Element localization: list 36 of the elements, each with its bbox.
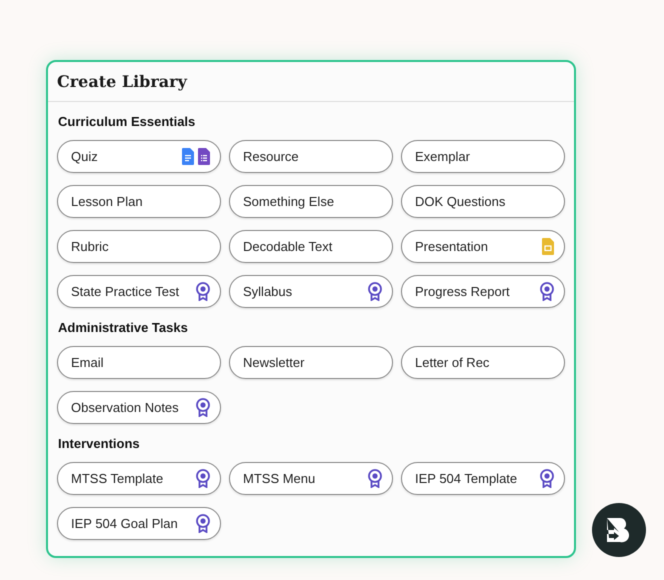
template-option[interactable]: Resource — [229, 140, 393, 173]
template-option[interactable]: Letter of Rec — [401, 346, 565, 379]
award-icon — [196, 469, 210, 488]
template-option[interactable]: State Practice Test — [57, 275, 221, 308]
template-option[interactable]: MTSS Template — [57, 462, 221, 495]
award-icon — [368, 469, 382, 488]
template-option[interactable]: Lesson Plan — [57, 185, 221, 218]
award-icon — [540, 469, 554, 488]
section-title: Administrative Tasks — [58, 320, 189, 336]
award-icon — [368, 282, 382, 301]
award-icon — [540, 282, 554, 301]
template-option[interactable]: IEP 504 Template — [401, 462, 565, 495]
template-option[interactable]: MTSS Menu — [229, 462, 393, 495]
template-option[interactable]: Presentation — [401, 230, 565, 263]
slides-icon — [542, 238, 554, 255]
template-option[interactable]: Quiz — [57, 140, 221, 173]
template-option[interactable]: IEP 504 Goal Plan — [57, 507, 221, 540]
template-option[interactable]: Exemplar — [401, 140, 565, 173]
template-option[interactable]: Syllabus — [229, 275, 393, 308]
section-title: Curriculum Essentials — [58, 114, 196, 130]
launcher-button[interactable] — [592, 503, 646, 557]
form-icon — [198, 148, 210, 165]
template-option[interactable]: DOK Questions — [401, 185, 565, 218]
template-option[interactable]: Newsletter — [229, 346, 393, 379]
award-icon — [196, 282, 210, 301]
template-option[interactable]: Email — [57, 346, 221, 379]
template-option[interactable]: Decodable Text — [229, 230, 393, 263]
award-icon — [196, 398, 210, 417]
panel-title: Create Library — [57, 72, 187, 91]
document-icon — [182, 148, 194, 165]
template-option[interactable]: Observation Notes — [57, 391, 221, 424]
section-title: Interventions — [58, 436, 141, 452]
award-icon — [196, 514, 210, 533]
template-option[interactable]: Progress Report — [401, 275, 565, 308]
template-option[interactable]: Something Else — [229, 185, 393, 218]
template-option[interactable]: Rubric — [57, 230, 221, 263]
